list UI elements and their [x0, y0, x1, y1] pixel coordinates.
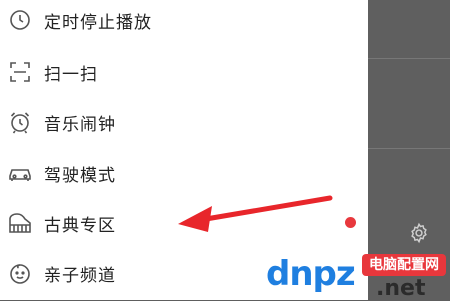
clock-icon [6, 6, 34, 34]
menu-item-driving-mode[interactable]: 驾驶模式 [0, 149, 368, 197]
menu-item-label: 驾驶模式 [44, 165, 116, 186]
menu-item-label: 音乐闹钟 [44, 114, 116, 135]
gear-icon[interactable] [404, 218, 434, 248]
menu-item-label: 扫一扫 [44, 64, 98, 85]
watermark-badge: 电脑配置网 [362, 254, 446, 276]
menu-item-music-alarm[interactable]: 音乐闹钟 [0, 98, 368, 146]
alarm-clock-icon [6, 108, 34, 136]
menu-item-label: 亲子频道 [44, 265, 116, 286]
child-face-icon [6, 259, 34, 287]
car-icon [6, 159, 34, 187]
background-divider [360, 58, 450, 59]
menu-item-classical[interactable]: 古典专区 [0, 199, 368, 247]
watermark-suffix: .net [376, 276, 426, 301]
piano-icon [6, 209, 34, 237]
background-divider [360, 148, 450, 149]
menu-item-label: 古典专区 [44, 215, 116, 236]
menu-item-sleep-timer[interactable]: 定时停止播放 [0, 0, 368, 44]
site-watermark: dnpz 电脑配置网 .net [258, 248, 450, 301]
notification-dot [345, 217, 356, 228]
scan-icon [6, 58, 34, 86]
menu-item-label: 定时停止播放 [44, 12, 152, 33]
watermark-logo-text: dnpz [266, 254, 356, 294]
menu-item-scan[interactable]: 扫一扫 [0, 48, 368, 96]
